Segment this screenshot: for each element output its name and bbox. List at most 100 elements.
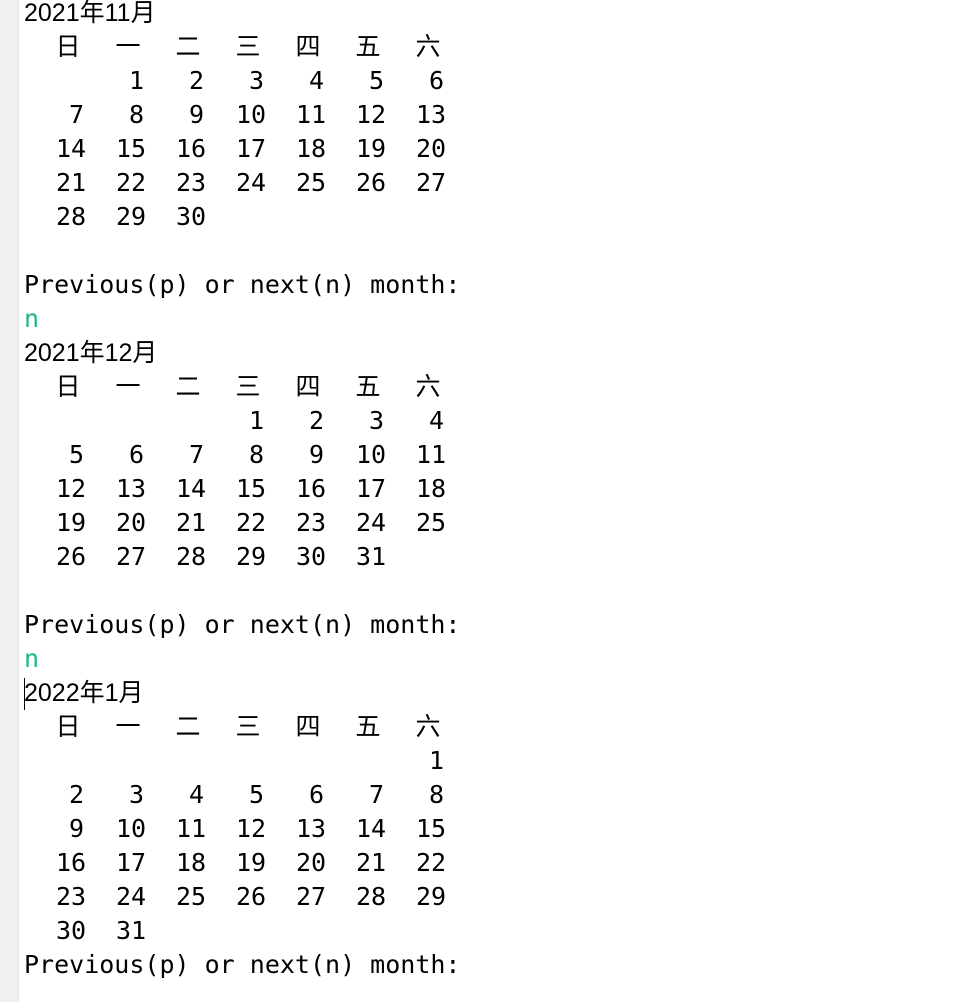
calendar-day: 30 bbox=[176, 202, 207, 231]
calendar-day: 30 bbox=[56, 916, 87, 945]
calendar-day: 4 bbox=[188, 780, 204, 809]
calendar-day: 9 bbox=[68, 814, 84, 843]
calendar-day: 24 bbox=[236, 168, 267, 197]
calendar-day: 16 bbox=[296, 474, 327, 503]
calendar-day: 21 bbox=[176, 508, 207, 537]
weekday-label: 四 bbox=[295, 32, 321, 61]
calendar-day: 19 bbox=[236, 848, 267, 877]
weekday-label: 三 bbox=[235, 712, 261, 741]
weekday-label: 一 bbox=[115, 32, 141, 61]
calendar-day: 23 bbox=[56, 882, 87, 911]
calendar-day: 15 bbox=[416, 814, 447, 843]
calendar-day: 27 bbox=[416, 168, 447, 197]
weekday-label: 日 bbox=[55, 372, 81, 401]
calendar-day: 28 bbox=[356, 882, 387, 911]
calendar-day: 13 bbox=[296, 814, 327, 843]
calendar-day: 18 bbox=[176, 848, 207, 877]
calendar-day: 23 bbox=[296, 508, 327, 537]
calendar-day: 31 bbox=[356, 542, 387, 571]
weekday-label: 三 bbox=[235, 32, 261, 61]
prompt-text: Previous(p) or next(n) month: bbox=[24, 610, 461, 639]
weekday-label: 一 bbox=[115, 372, 141, 401]
calendar-day: 4 bbox=[308, 66, 324, 95]
month-title: 2022年1月 bbox=[24, 679, 144, 707]
calendar-day: 10 bbox=[236, 100, 267, 129]
calendar-day: 20 bbox=[296, 848, 327, 877]
calendar-day: 31 bbox=[116, 916, 147, 945]
calendar-day: 25 bbox=[416, 508, 447, 537]
prompt-text: Previous(p) or next(n) month: bbox=[24, 950, 461, 979]
prompt-text: Previous(p) or next(n) month: bbox=[24, 270, 461, 299]
calendar-day: 23 bbox=[176, 168, 207, 197]
calendar-day: 6 bbox=[128, 440, 144, 469]
weekday-label: 日 bbox=[55, 32, 81, 61]
calendar-day: 26 bbox=[236, 882, 267, 911]
weekday-label: 六 bbox=[415, 372, 441, 401]
calendar-day: 8 bbox=[248, 440, 264, 469]
calendar-day: 24 bbox=[116, 882, 147, 911]
calendar-day: 22 bbox=[416, 848, 447, 877]
calendar-day: 13 bbox=[116, 474, 147, 503]
editor-gutter bbox=[0, 0, 19, 1002]
calendar-day: 2 bbox=[68, 780, 84, 809]
calendar-day: 30 bbox=[296, 542, 327, 571]
weekday-label: 五 bbox=[355, 712, 381, 741]
calendar-day: 10 bbox=[356, 440, 387, 469]
calendar-day: 17 bbox=[116, 848, 147, 877]
calendar-day: 28 bbox=[176, 542, 207, 571]
calendar-day: 19 bbox=[356, 134, 387, 163]
calendar-day: 7 bbox=[68, 100, 84, 129]
calendar-day: 24 bbox=[356, 508, 387, 537]
calendar-day: 11 bbox=[296, 100, 327, 129]
calendar-day: 16 bbox=[56, 848, 87, 877]
calendar-day: 1 bbox=[248, 406, 264, 435]
calendar-day: 3 bbox=[368, 406, 384, 435]
calendar-day: 14 bbox=[176, 474, 207, 503]
weekday-label: 五 bbox=[355, 32, 381, 61]
calendar-day: 5 bbox=[248, 780, 264, 809]
weekday-label: 四 bbox=[295, 712, 321, 741]
weekday-label: 二 bbox=[175, 712, 201, 741]
calendar-day: 16 bbox=[176, 134, 207, 163]
calendar-day: 3 bbox=[248, 66, 264, 95]
calendar-day: 12 bbox=[56, 474, 87, 503]
calendar-day: 26 bbox=[356, 168, 387, 197]
calendar-day: 13 bbox=[416, 100, 447, 129]
calendar-day: 2 bbox=[308, 406, 324, 435]
month-title: 2021年11月 bbox=[24, 0, 156, 27]
calendar-day: 14 bbox=[356, 814, 387, 843]
calendar-day: 25 bbox=[296, 168, 327, 197]
user-input[interactable]: n bbox=[24, 642, 39, 676]
calendar-day: 5 bbox=[368, 66, 384, 95]
calendar-day: 6 bbox=[308, 780, 324, 809]
weekday-label: 三 bbox=[235, 372, 261, 401]
calendar-day: 27 bbox=[116, 542, 147, 571]
calendar-day: 20 bbox=[416, 134, 447, 163]
calendar-day: 25 bbox=[176, 882, 207, 911]
calendar-day: 1 bbox=[428, 746, 444, 775]
calendar-day: 22 bbox=[116, 168, 147, 197]
calendar-day: 15 bbox=[116, 134, 147, 163]
calendar-day: 10 bbox=[116, 814, 147, 843]
calendar-day: 17 bbox=[356, 474, 387, 503]
calendar-day: 12 bbox=[356, 100, 387, 129]
weekday-label: 六 bbox=[415, 712, 441, 741]
weekday-label: 二 bbox=[175, 372, 201, 401]
calendar-day: 3 bbox=[128, 780, 144, 809]
calendar-day: 9 bbox=[308, 440, 324, 469]
user-input[interactable]: n bbox=[24, 302, 39, 336]
calendar-day: 21 bbox=[56, 168, 87, 197]
calendar-day: 7 bbox=[368, 780, 384, 809]
calendar-day: 14 bbox=[56, 134, 87, 163]
calendar-day: 29 bbox=[236, 542, 267, 571]
calendar-day: 29 bbox=[416, 882, 447, 911]
calendar-day: 5 bbox=[68, 440, 84, 469]
calendar-day: 9 bbox=[188, 100, 204, 129]
weekday-label: 二 bbox=[175, 32, 201, 61]
calendar-day: 27 bbox=[296, 882, 327, 911]
weekday-label: 一 bbox=[115, 712, 141, 741]
console-output[interactable]: 2021年11月 Previous(p) or next(n) month: n… bbox=[0, 0, 976, 1002]
month-title: 2021年12月 bbox=[24, 339, 158, 367]
calendar-day: 7 bbox=[188, 440, 204, 469]
calendar-day: 29 bbox=[116, 202, 147, 231]
